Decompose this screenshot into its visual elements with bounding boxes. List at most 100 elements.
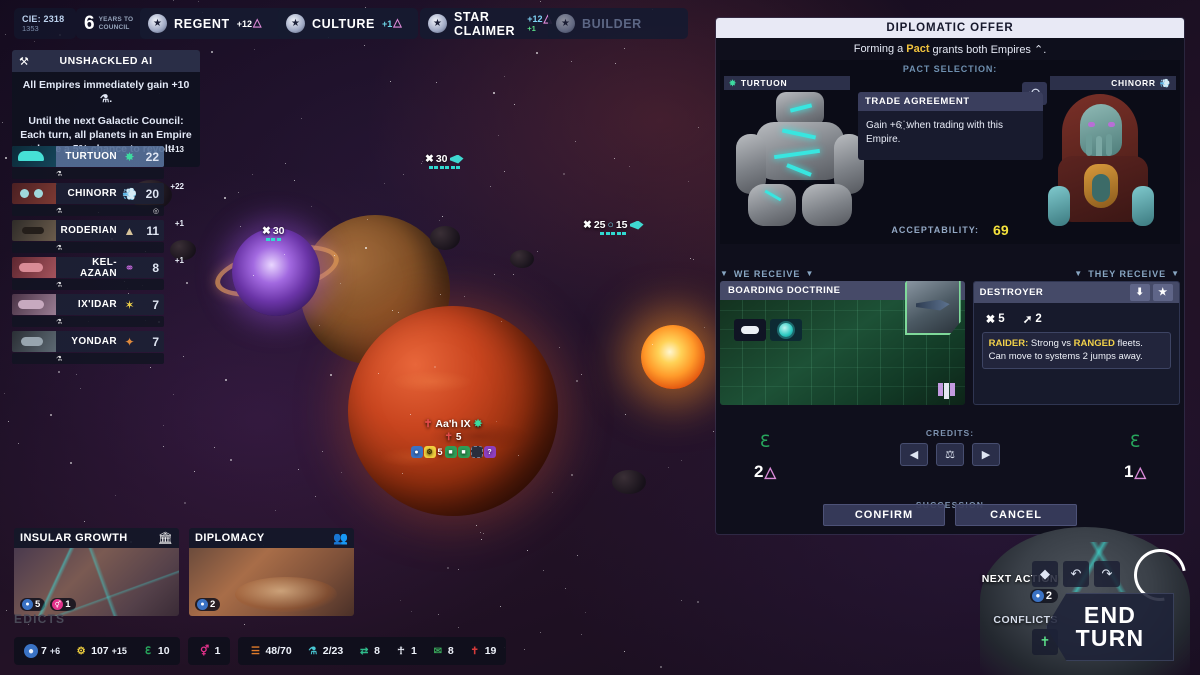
resource-influence[interactable]: ⚥ 1	[198, 644, 221, 658]
succession-value: 2	[754, 462, 763, 482]
gov-chip-star-claimer[interactable]: ★ STAR CLAIMER +12 △ +1	[420, 8, 560, 39]
chevron-down-icon[interactable]: ▼	[1171, 269, 1180, 278]
empire-row-turtuon[interactable]: TURTUON ✸ 22 ⚗ +13	[12, 146, 164, 179]
star	[493, 92, 495, 94]
redo-icon[interactable]: ↷	[1094, 561, 1120, 587]
trait-keyword: RANGED	[1074, 338, 1115, 349]
resource-culture[interactable]: ☥ 1	[394, 644, 417, 658]
food-icon: ☰	[248, 644, 262, 658]
fleet-marker-east[interactable]: ✖ 25 ○ 15	[583, 219, 644, 235]
science-icon: ⚗	[56, 244, 62, 252]
resource-value: 48/70	[265, 645, 291, 657]
unknown-icon: ?	[484, 446, 496, 458]
edict-cost-row: ● 5 ⚥ 1	[20, 598, 76, 611]
resource-food[interactable]: ☰ 48/70	[248, 644, 291, 658]
avatar	[12, 257, 56, 278]
star	[438, 614, 439, 615]
chevron-down-icon[interactable]: ▼	[805, 269, 814, 278]
pact-selection-label: PACT SELECTION:	[720, 60, 1180, 74]
empire-row-yondar[interactable]: YONDAR ✦ 7 ⚗	[12, 331, 164, 364]
resource-value: 2/23	[323, 645, 343, 657]
undo-icon[interactable]: ↶	[1063, 561, 1089, 587]
population-icon: ●	[22, 599, 33, 610]
tooltip-line-1: All Empires immediately gain +10 ⚗.	[20, 79, 192, 107]
star	[378, 373, 379, 374]
gov-chip-builder[interactable]: ★ BUILDER	[548, 8, 688, 39]
star	[70, 462, 72, 464]
star	[225, 379, 227, 381]
chevron-down-icon[interactable]: ▼	[720, 269, 729, 278]
tooltip-title: UNSHACKLED AI	[59, 55, 152, 67]
we-receive-card[interactable]: BOARDING DOCTRINE ↶	[720, 281, 965, 405]
star	[252, 174, 253, 175]
years-to-council: 6 YEARS TO COUNCIL	[76, 8, 150, 39]
download-icon[interactable]: ⬇	[1130, 284, 1150, 301]
resource-group-secondary: ☰ 48/70 ⚗ 2/23 ⇄ 8 ☥ 1 ✉ 8 ✝ 19	[238, 637, 506, 665]
ship-move-icon[interactable]: ◆	[1032, 561, 1058, 587]
empire-score: 11	[138, 224, 164, 238]
star	[400, 600, 401, 601]
fleet-marker-north[interactable]: ✖ 30	[425, 153, 464, 169]
star	[238, 192, 239, 193]
credits-increase-button[interactable]: ▶	[972, 443, 1000, 466]
empire-row-kel-azaan[interactable]: KEL-AZAAN ⚭ 8 ⚗ +1	[12, 257, 164, 290]
confirm-button[interactable]: CONFIRM	[823, 504, 945, 526]
population-icon: ●	[24, 644, 38, 658]
star-seal-icon: ★	[286, 14, 305, 33]
star	[434, 366, 436, 368]
action-icon-row: ◆ ↶ ↷	[1032, 561, 1120, 587]
credits-decrease-button[interactable]: ◀	[900, 443, 928, 466]
star	[518, 455, 519, 456]
star	[18, 443, 19, 444]
star	[500, 606, 501, 607]
resource-diplomacy[interactable]: ✉ 8	[431, 644, 454, 658]
planet-label-aah-ix[interactable]: ✝ Aa'h IX ✸ ✝ 5 ● ⚙ 5 ■ ■ ?	[398, 418, 508, 458]
stat-value: 5	[998, 313, 1004, 325]
subtitle-suffix: grants both Empires ⌃.	[933, 43, 1047, 56]
succession-right: 1 △	[1124, 462, 1146, 482]
planet-name-row: ✝ Aa'h IX ✸	[398, 418, 508, 430]
fleet-count: 30	[436, 153, 448, 165]
star	[614, 158, 615, 159]
empire-symbol-icon: 💨	[1160, 78, 1171, 89]
red-planet[interactable]	[348, 306, 558, 516]
credits-balance-button[interactable]: ⚖	[936, 443, 964, 466]
gov-bonus-value: +1	[382, 19, 392, 29]
gov-chip-culture[interactable]: ★ CULTURE +1 △	[278, 8, 418, 39]
resource-value: 107	[91, 645, 109, 657]
next-action-pill[interactable]: ● 2	[1030, 589, 1058, 603]
star	[571, 61, 572, 62]
chevron-down-icon[interactable]: ▼	[1074, 269, 1083, 278]
star	[504, 76, 505, 77]
empire-name: TURTUON	[56, 151, 121, 162]
avatar	[12, 294, 56, 315]
empire-row-chinorr[interactable]: CHINORR 💨 20 ⚗ ◎ +22	[12, 183, 164, 216]
empire-row-ixidar[interactable]: IX'IDAR ✶ 7 ⚗	[12, 294, 164, 327]
resource-science[interactable]: ⚗ 2/23	[306, 644, 343, 658]
gov-chip-regent[interactable]: ★ REGENT +12 △	[140, 8, 290, 39]
ship-icon[interactable]: ★	[1153, 284, 1173, 301]
resource-production[interactable]: ⚙ 107 +15	[74, 644, 127, 658]
resource-population[interactable]: ● 7 +6	[24, 644, 60, 658]
empire-row-roderian[interactable]: RODERIAN ▲ 11 ⚗ +1	[12, 220, 164, 253]
resource-military[interactable]: ✝ 19	[468, 644, 497, 658]
star	[652, 344, 653, 345]
star	[411, 611, 412, 612]
fleet-marker-west[interactable]: ✖ 30	[262, 225, 285, 241]
resource-trade[interactable]: ⇄ 8	[357, 644, 380, 658]
gov-name: STAR CLAIMER	[454, 10, 520, 38]
star	[319, 325, 320, 326]
they-receive-card[interactable]: DESTROYER ⬇ ★ ✖ 5 ➚ 2 RAIDER: Strong vs …	[973, 281, 1180, 405]
star	[624, 48, 625, 49]
edict-card-insular-growth[interactable]: INSULAR GROWTH 🏛 ● 5 ⚥ 1	[14, 528, 179, 616]
gov-bonus-sub: +1	[527, 25, 536, 33]
edict-card-diplomacy[interactable]: DIPLOMACY 👥 ● 2	[189, 528, 354, 616]
destroyer-ship-thumb	[905, 281, 961, 335]
cancel-button[interactable]: CANCEL	[955, 504, 1077, 526]
trade-agreement-card[interactable]: TRADE AGREEMENT Gain +6 ҉ when trading w…	[858, 92, 1043, 160]
end-turn-button[interactable]: END TURN	[1046, 593, 1174, 661]
star	[543, 570, 544, 571]
cie-label: CIE: 2318	[22, 14, 64, 24]
resource-credits[interactable]: ℇ 10	[141, 644, 170, 658]
star	[436, 82, 437, 83]
